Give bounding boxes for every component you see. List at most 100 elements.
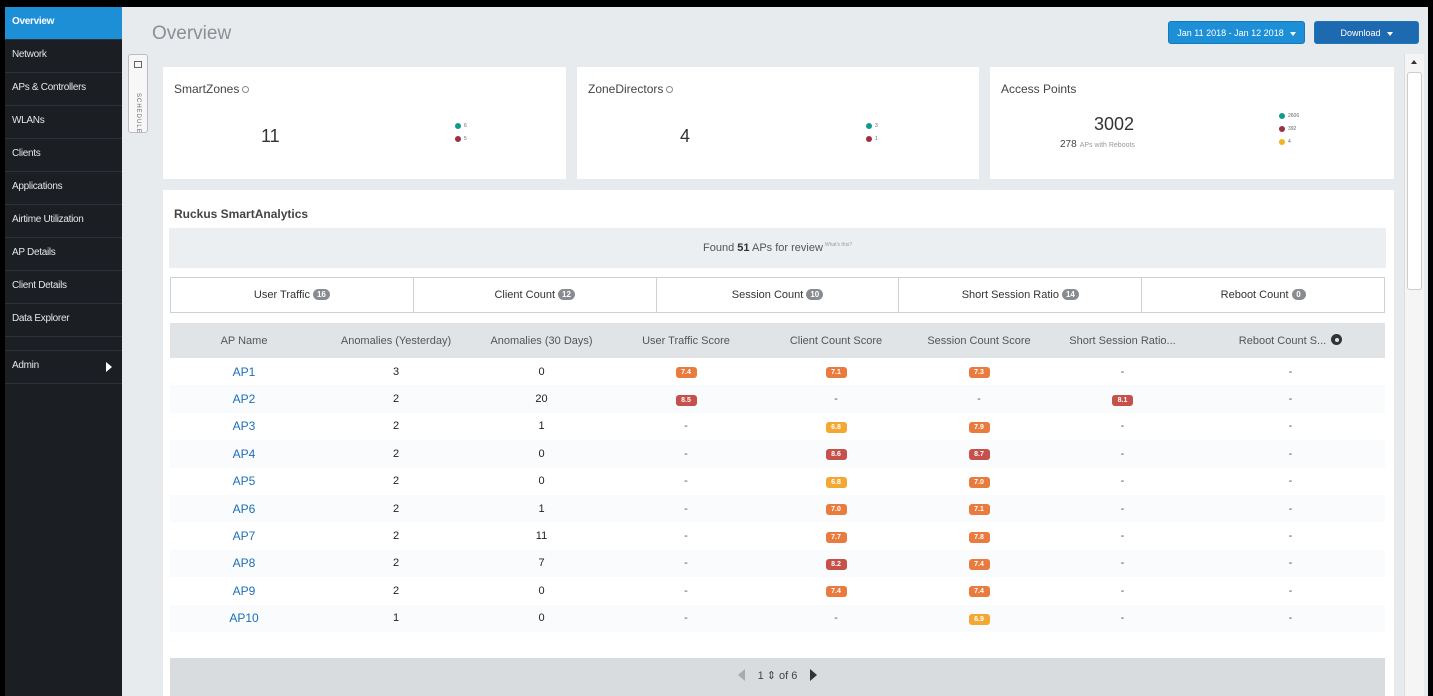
- table-row[interactable]: AP7 2 11 - 7.7 7.8 - -: [170, 522, 1385, 549]
- status-dot-icon: [455, 122, 461, 129]
- score-badge: 7.4: [825, 586, 847, 598]
- chevron-down-icon: [1386, 31, 1393, 36]
- score-cell: -: [1049, 440, 1196, 468]
- table-row[interactable]: AP1 3 0 7.4 7.1 7.3 - -: [170, 358, 1385, 385]
- sidebar-item-network[interactable]: Network: [5, 40, 122, 73]
- anomalies-30-days: 1: [474, 494, 609, 523]
- table-row[interactable]: AP3 2 1 - 6.8 7.9 - -: [170, 413, 1385, 440]
- column-header[interactable]: Session Count Score: [909, 323, 1049, 358]
- page-select[interactable]: 1 ⇕ of 6: [758, 670, 798, 682]
- sidebar-item-ap-details[interactable]: AP Details: [5, 238, 122, 271]
- score-cell: 6.9: [909, 604, 1049, 632]
- empty-score: -: [977, 393, 981, 406]
- whats-this-link[interactable]: What's this?: [825, 242, 852, 248]
- empty-score: -: [684, 557, 688, 570]
- score-cell: -: [763, 385, 909, 413]
- table-row[interactable]: AP2 2 20 8.5 - - 8.1 -: [170, 385, 1385, 413]
- schedule-tab[interactable]: SCHEDULE: [128, 54, 148, 134]
- info-icon[interactable]: [242, 86, 250, 94]
- sidebar-item-overview[interactable]: Overview: [5, 7, 122, 40]
- ap-name-link[interactable]: AP5: [170, 468, 318, 495]
- info-icon[interactable]: [666, 86, 674, 94]
- ap-name-link[interactable]: AP4: [170, 440, 318, 468]
- sidebar-item-data-explorer[interactable]: Data Explorer: [5, 304, 122, 337]
- scrollbar[interactable]: [1404, 54, 1424, 696]
- pagination: 1 ⇕ of 6: [170, 658, 1385, 696]
- ap-name-link[interactable]: AP8: [170, 549, 318, 578]
- table-row[interactable]: AP6 2 1 - 7.0 7.1 - -: [170, 494, 1385, 523]
- ap-name-link[interactable]: AP1: [170, 358, 318, 385]
- tab-reboot-count[interactable]: Reboot Count 0: [1142, 278, 1384, 312]
- column-header[interactable]: Short Session Ratio...: [1049, 323, 1196, 358]
- previous-page-icon[interactable]: [737, 669, 745, 681]
- score-cell: -: [609, 468, 763, 495]
- sidebar-item-airtime-utilization[interactable]: Airtime Utilization: [5, 205, 122, 238]
- download-label: Download: [1340, 28, 1381, 38]
- ap-name-link[interactable]: AP2: [170, 385, 318, 413]
- zonedirectors-legend: 3 1: [866, 119, 878, 145]
- anomalies-30-days: 0: [538, 475, 545, 488]
- sidebar-item-client-details[interactable]: Client Details: [5, 271, 122, 304]
- date-range-button[interactable]: Jan 11 2018 - Jan 12 2018: [1168, 21, 1305, 44]
- score-cell: 6.8: [763, 413, 909, 440]
- sidebar-item-applications[interactable]: Applications: [5, 172, 122, 205]
- column-header[interactable]: Reboot Count S...: [1196, 323, 1385, 358]
- column-header[interactable]: Anomalies (30 Days): [474, 323, 609, 358]
- ap-name-link[interactable]: AP9: [170, 577, 318, 604]
- column-header[interactable]: User Traffic Score: [609, 323, 763, 358]
- column-header[interactable]: Anomalies (Yesterday): [318, 323, 474, 358]
- tab-short-session-ratio[interactable]: Short Session Ratio 14: [899, 278, 1143, 312]
- score-cell: 7.9: [909, 413, 1049, 440]
- card-title: Access Points: [1001, 82, 1076, 96]
- score-badge: 7.1: [968, 504, 990, 516]
- tab-user-traffic[interactable]: User Traffic 16: [171, 278, 414, 312]
- smartzones-total: 11: [261, 126, 280, 146]
- download-button[interactable]: Download: [1314, 21, 1419, 44]
- tab-client-count[interactable]: Client Count 12: [414, 278, 657, 312]
- score-cell: -: [1196, 358, 1385, 385]
- tab-session-count[interactable]: Session Count 10: [657, 278, 900, 312]
- sidebar-item-label: Overview: [12, 16, 55, 27]
- card-title-text: ZoneDirectors: [588, 82, 664, 96]
- score-cell: -: [763, 604, 909, 632]
- score-cell: 7.7: [763, 522, 909, 549]
- scroll-up-icon[interactable]: [1411, 60, 1417, 64]
- tab-label: Session Count: [731, 289, 804, 301]
- score-cell: -: [1196, 385, 1385, 413]
- sidebar-item-wlans[interactable]: WLANs: [5, 106, 122, 139]
- table-row[interactable]: AP9 2 0 - 7.4 7.4 - -: [170, 577, 1385, 604]
- app-window: Overview Network APs & Controllers WLANs…: [5, 7, 1428, 696]
- gear-icon[interactable]: [1331, 334, 1343, 345]
- ap-name-link[interactable]: AP7: [170, 522, 318, 549]
- sidebar-item-clients[interactable]: Clients: [5, 139, 122, 172]
- table-row[interactable]: AP10 1 0 - - 6.9 - -: [170, 604, 1385, 632]
- count-badge: 10: [806, 289, 824, 300]
- ap-name-link[interactable]: AP3: [170, 413, 318, 440]
- table-row[interactable]: AP8 2 7 - 8.2 7.4 - -: [170, 549, 1385, 578]
- column-header[interactable]: AP Name: [170, 323, 318, 358]
- sidebar-item-aps-controllers[interactable]: APs & Controllers: [5, 73, 122, 106]
- next-page-icon[interactable]: [810, 669, 818, 681]
- score-cell: 7.3: [909, 358, 1049, 385]
- ap-name-link[interactable]: AP6: [170, 494, 318, 523]
- score-cell: 8.5: [609, 385, 763, 413]
- sidebar-item-label: Client Details: [12, 280, 67, 291]
- empty-score: -: [1120, 447, 1125, 460]
- zonedirectors-total: 4: [680, 126, 691, 146]
- table-row[interactable]: AP5 2 0 - 6.8 7.0 - -: [170, 468, 1385, 495]
- empty-score: -: [1288, 393, 1293, 406]
- sidebar-item-admin[interactable]: Admin: [5, 351, 122, 384]
- empty-score: -: [684, 502, 688, 515]
- column-header[interactable]: Client Count Score: [763, 323, 909, 358]
- scrollbar-thumb[interactable]: [1407, 72, 1422, 290]
- ap-name-link[interactable]: AP10: [170, 604, 318, 632]
- anomalies-yesterday: 2: [392, 530, 400, 543]
- legend-item: 6: [455, 119, 467, 132]
- current-page: 1: [757, 670, 764, 682]
- calendar-icon: [134, 61, 142, 68]
- anomalies-yesterday: 2: [392, 475, 400, 488]
- table-row[interactable]: AP4 2 0 - 8.6 8.7 - -: [170, 440, 1385, 468]
- score-badge: 8.7: [968, 449, 990, 461]
- access-points-legend: 2606 392 4: [1279, 109, 1299, 148]
- reboots-count: 278: [1060, 139, 1077, 150]
